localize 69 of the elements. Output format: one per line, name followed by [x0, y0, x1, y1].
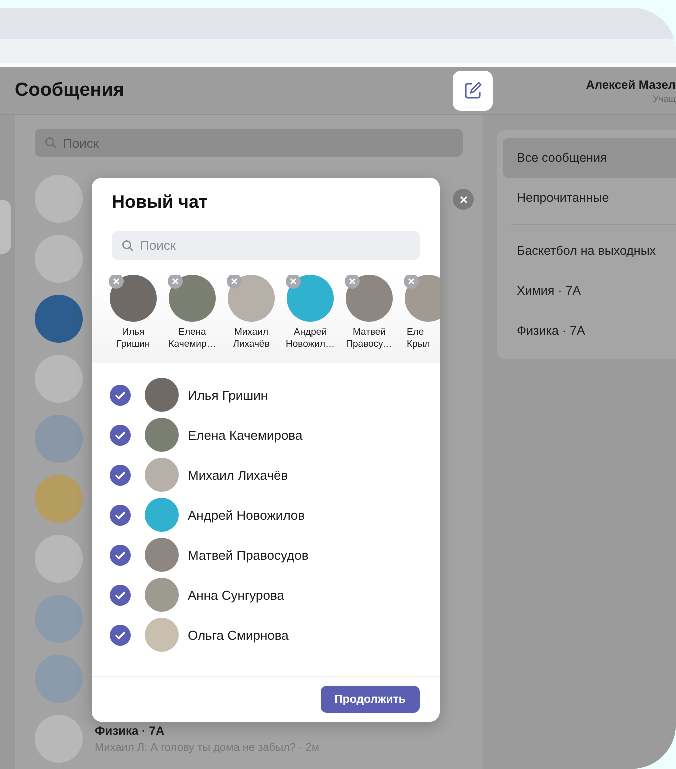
check-icon: [115, 550, 126, 560]
user-name: Алексей Мазел: [586, 78, 676, 92]
remove-icon[interactable]: [109, 275, 124, 289]
contact-name: Андрей Новожилов: [188, 508, 306, 522]
checkbox[interactable]: [110, 464, 131, 486]
chat-avatar: [35, 175, 83, 223]
checkbox[interactable]: [110, 624, 131, 646]
remove-icon[interactable]: [168, 275, 183, 289]
chip-name: Матвей Правосу…: [346, 327, 393, 351]
user-avatar: [145, 458, 179, 492]
contact-name: Михаил Лихачёв: [188, 468, 288, 482]
chat-avatar: [35, 535, 83, 583]
chat-avatar: [35, 355, 83, 403]
chip-name: Еле Крыл: [406, 327, 430, 351]
user-avatar: [287, 275, 334, 322]
checkbox[interactable]: [110, 384, 131, 406]
chip-name: Елена Качемир…: [168, 327, 216, 351]
user-avatar: [145, 618, 179, 652]
compose-button[interactable]: [453, 70, 493, 110]
close-icon: [460, 196, 468, 204]
check-icon: [115, 390, 126, 400]
user-avatar: [145, 538, 179, 572]
chat-avatar: [35, 295, 83, 343]
chip-name: Илья Гришин: [116, 327, 150, 351]
user-avatar: [110, 275, 157, 322]
chat-avatar: [35, 715, 83, 763]
user-avatar: [145, 378, 179, 412]
chat-filter-item[interactable]: Физика · 7А: [503, 311, 676, 351]
chip-name: Андрей Новожил…: [286, 327, 335, 351]
contact-name: Анна Сунгурова: [188, 588, 284, 602]
contact-name: Ольга Смирнова: [188, 628, 289, 642]
remove-icon[interactable]: [345, 275, 360, 289]
page-title: Сообщения: [15, 80, 125, 102]
chat-avatar: [35, 475, 83, 523]
chip-name: Михаил Лихачёв: [233, 327, 270, 351]
chat-avatar: [35, 235, 83, 283]
checkbox[interactable]: [110, 504, 131, 526]
checkbox[interactable]: [110, 424, 131, 446]
user-avatar: [228, 275, 275, 322]
contact-name: Елена Качемирова: [188, 428, 303, 442]
user-avatar: [405, 275, 440, 322]
check-icon: [115, 470, 126, 480]
filter-item[interactable]: Все сообщения: [503, 138, 676, 178]
continue-button[interactable]: Продолжить: [320, 686, 420, 713]
user-avatar: [145, 578, 179, 612]
user-avatar: [145, 418, 179, 452]
user-avatar: [145, 498, 179, 532]
dialog-title: Новый чат: [112, 192, 209, 213]
chat-filter-item[interactable]: Баскетбол на выходных: [503, 231, 676, 271]
chat-title: Физика · 7А: [95, 724, 166, 738]
checkbox[interactable]: [110, 544, 131, 566]
contact-name: Илья Гришин: [188, 388, 268, 402]
search-icon: [122, 240, 134, 252]
check-icon: [115, 590, 126, 600]
check-icon: [115, 430, 126, 440]
chat-avatar: [35, 655, 83, 703]
user-avatar: [169, 275, 216, 322]
remove-icon[interactable]: [404, 275, 419, 289]
chat-filter-item[interactable]: Химия · 7А: [503, 271, 676, 311]
chat-avatar: [35, 415, 83, 463]
chat-avatar: [35, 595, 83, 643]
compose-icon: [463, 80, 483, 100]
check-icon: [115, 630, 126, 640]
contact-name: Матвей Правосудов: [188, 548, 309, 562]
search-icon: [45, 137, 57, 149]
check-icon: [115, 510, 126, 520]
checkbox[interactable]: [110, 584, 131, 606]
user-avatar: [346, 275, 393, 322]
filter-item[interactable]: Непрочитанные: [503, 178, 676, 218]
